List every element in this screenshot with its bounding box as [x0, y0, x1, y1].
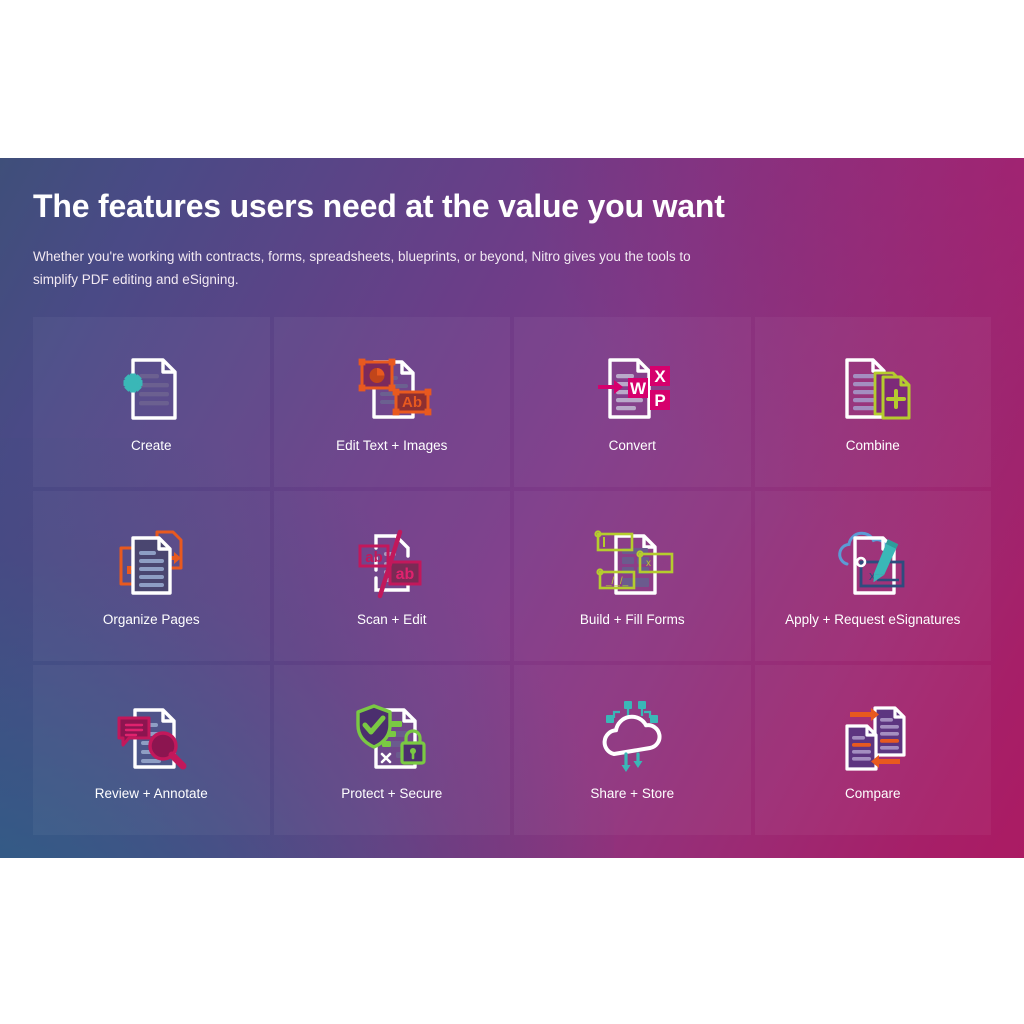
svg-text:_/_/_: _/_/_	[605, 576, 629, 587]
feature-label: Protect + Secure	[341, 786, 443, 802]
svg-text:P: P	[655, 391, 666, 410]
features-hero-section: The features users need at the value you…	[0, 158, 1024, 858]
build-fill-forms-icon: x _/_/_	[584, 522, 680, 604]
feature-label: Build + Fill Forms	[579, 612, 685, 628]
feature-label: Create	[130, 438, 172, 454]
scan-edit-icon: ab ab	[344, 522, 440, 604]
page-root: The features users need at the value you…	[0, 0, 1024, 1024]
feature-tile-apply-request-esignatures[interactable]: x Apply + Request eSignatures	[754, 490, 991, 661]
organize-pages-icon	[103, 522, 199, 604]
page-title: The features users need at the value you…	[33, 188, 725, 224]
feature-label: Combine	[845, 438, 900, 454]
feature-tile-create[interactable]: Create	[33, 316, 270, 487]
feature-tile-convert[interactable]: W X P Convert	[514, 316, 751, 487]
feature-label: Organize Pages	[102, 612, 200, 628]
svg-text:ab: ab	[365, 549, 383, 566]
create-icon	[103, 348, 199, 430]
feature-label: Review + Annotate	[94, 786, 208, 802]
feature-tile-build-fill-forms[interactable]: x _/_/_ Build + Fill Forms	[514, 490, 751, 661]
share-store-icon	[584, 696, 680, 778]
feature-tile-scan-edit[interactable]: ab ab Scan + Edit	[273, 490, 510, 661]
review-annotate-icon	[103, 696, 199, 778]
protect-secure-icon	[344, 696, 440, 778]
hero-subtitle: Whether you're working with contracts, f…	[33, 249, 691, 288]
feature-label: Edit Text + Images	[336, 438, 448, 454]
feature-tile-combine[interactable]: Combine	[754, 316, 991, 487]
features-grid: Create Ab Edit Text + Images W X P Conve…	[33, 316, 991, 835]
edit-text-images-icon: Ab	[344, 348, 440, 430]
svg-text:X: X	[655, 367, 667, 386]
feature-tile-share-store[interactable]: Share + Store	[514, 664, 751, 835]
feature-label: Compare	[844, 786, 901, 802]
feature-tile-edit-text-images[interactable]: Ab Edit Text + Images	[273, 316, 510, 487]
esignatures-icon: x	[825, 522, 921, 604]
feature-tile-organize-pages[interactable]: Organize Pages	[33, 490, 270, 661]
svg-text:W: W	[630, 379, 647, 398]
svg-text:x: x	[646, 558, 651, 569]
combine-icon	[825, 348, 921, 430]
feature-label: Convert	[608, 438, 656, 454]
compare-icon	[825, 696, 921, 778]
feature-label: Apply + Request eSignatures	[785, 612, 961, 628]
feature-tile-compare[interactable]: Compare	[754, 664, 991, 835]
feature-label: Scan + Edit	[357, 612, 427, 628]
hero-content: The features users need at the value you…	[0, 158, 1024, 292]
feature-tile-review-annotate[interactable]: Review + Annotate	[33, 664, 270, 835]
feature-label: Share + Store	[590, 786, 675, 802]
svg-text:Ab: Ab	[402, 394, 422, 411]
svg-text:ab: ab	[395, 566, 414, 583]
feature-tile-protect-secure[interactable]: Protect + Secure	[273, 664, 510, 835]
convert-icon: W X P	[584, 348, 680, 430]
